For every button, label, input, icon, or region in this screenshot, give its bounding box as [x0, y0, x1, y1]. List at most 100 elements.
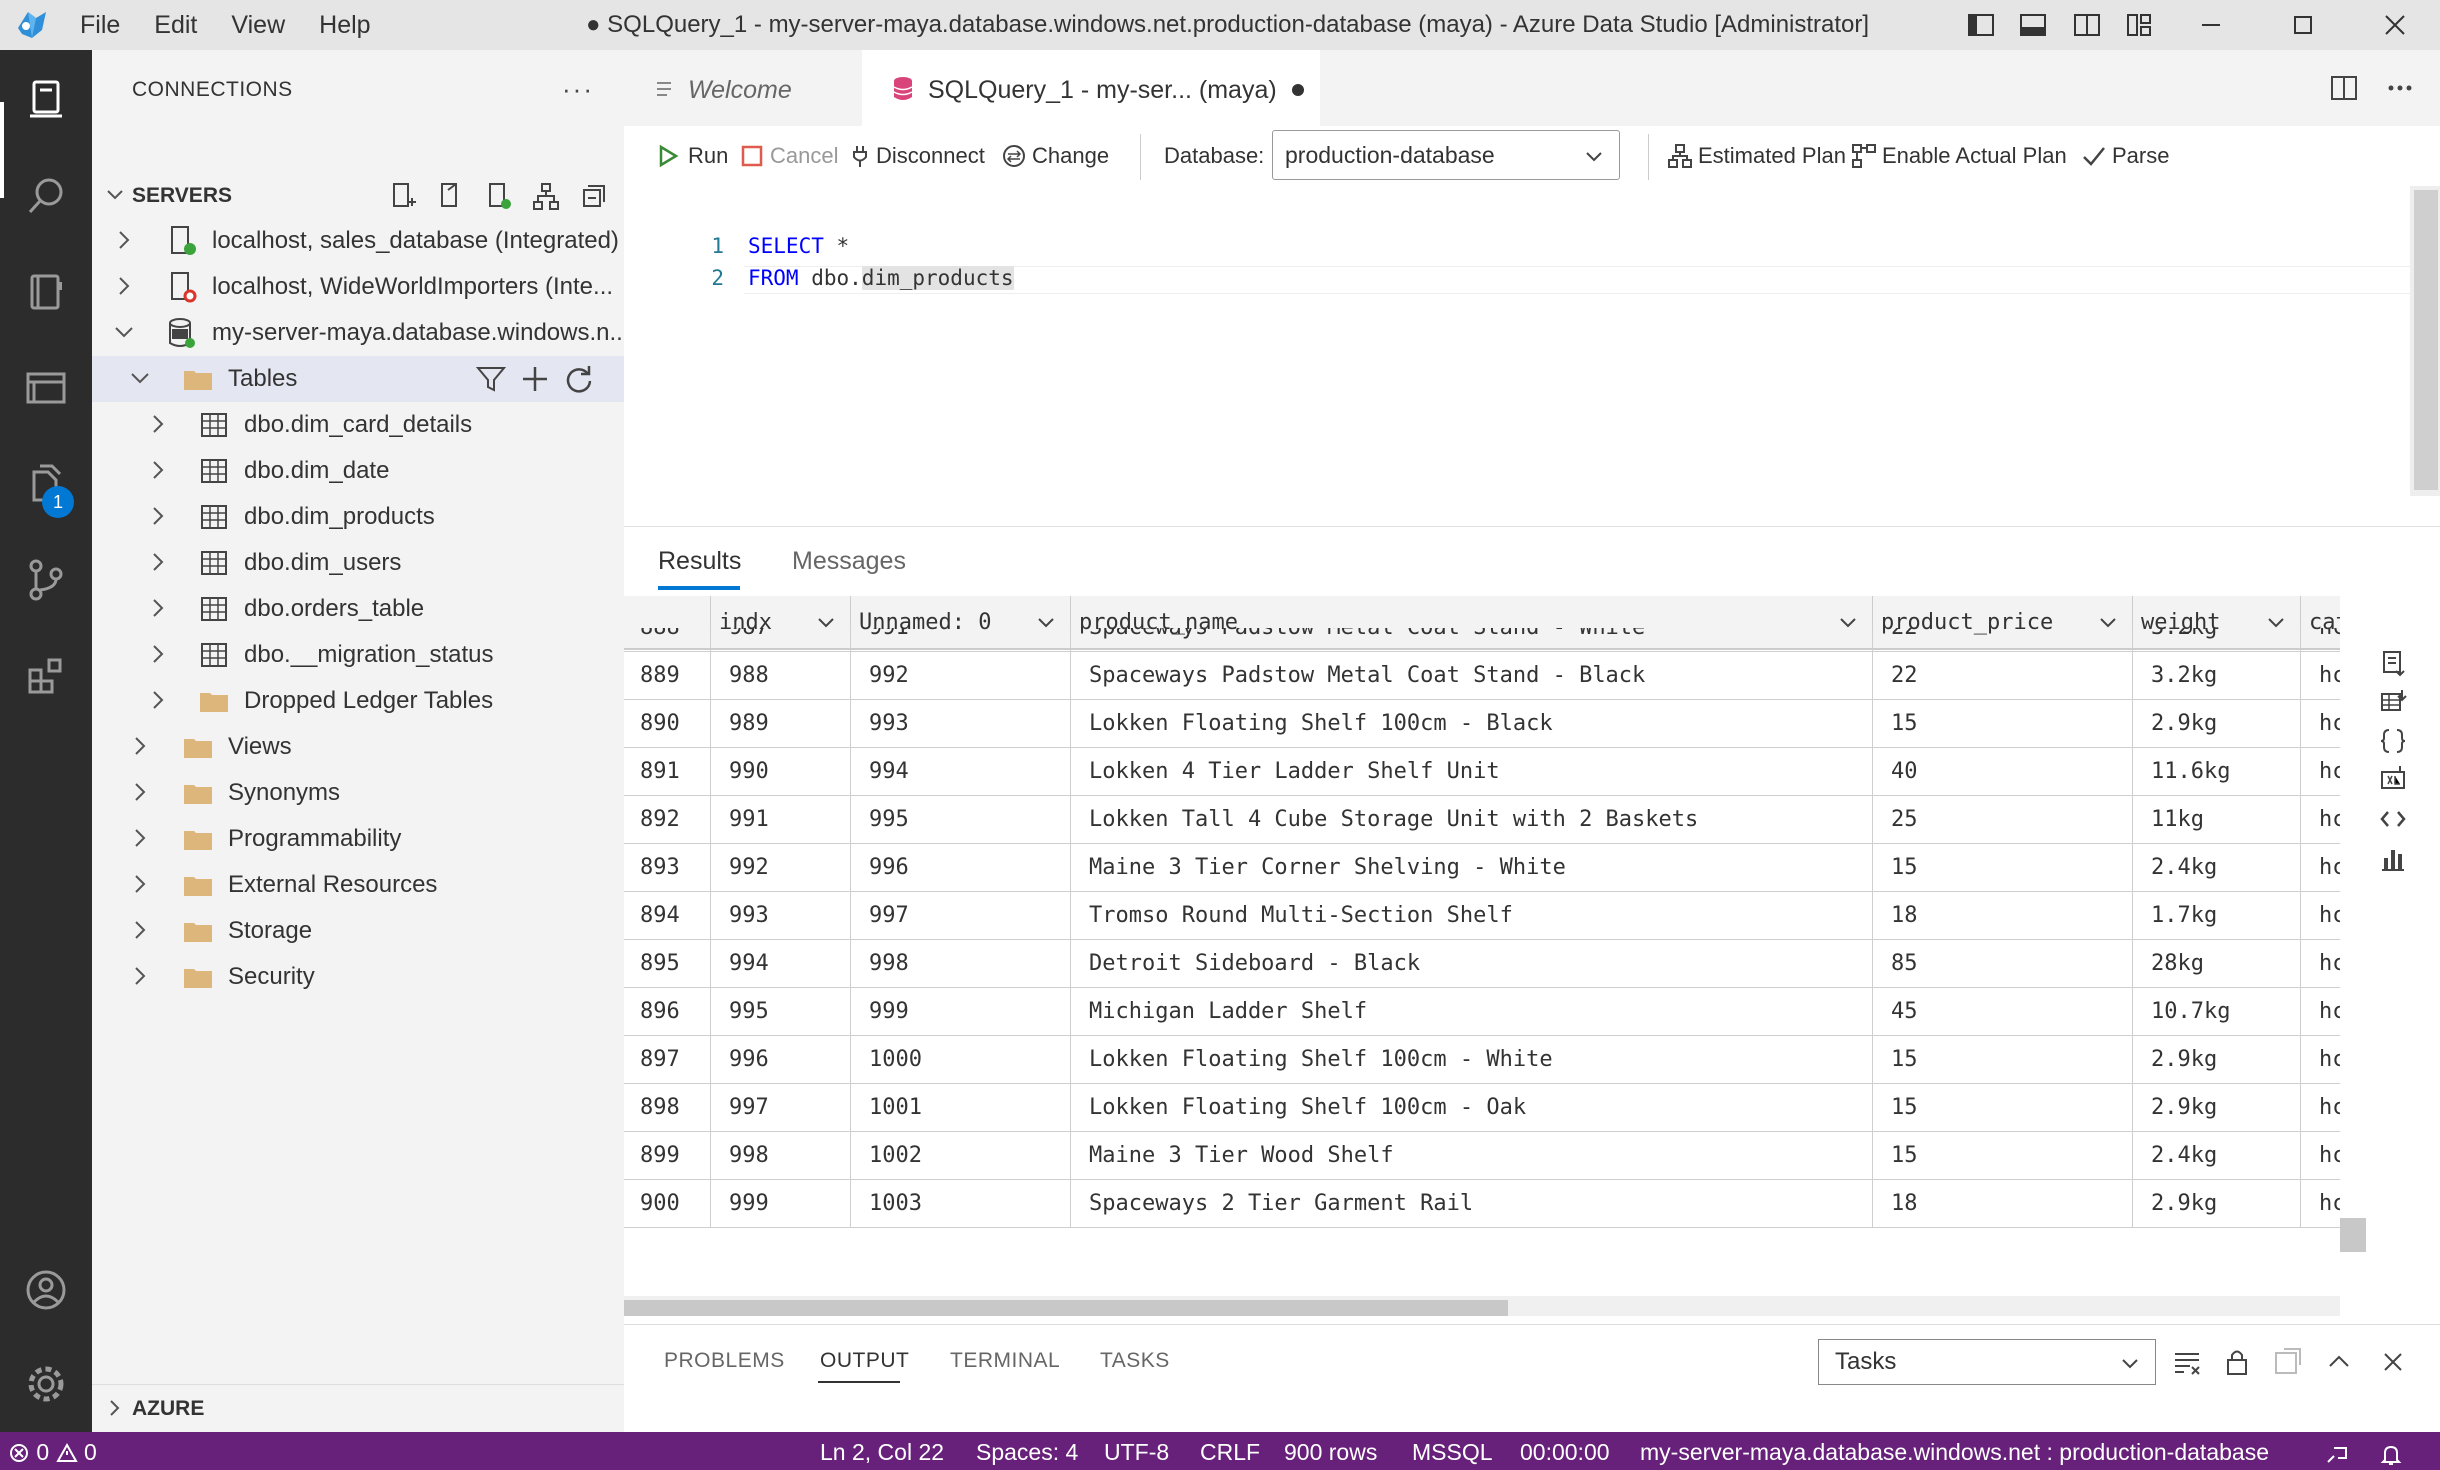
- table-row[interactable]: 893 992 996 Maine 3 Tier Corner Shelving - …: [624, 844, 2340, 892]
- server-node-wideworldimporters[interactable]: localhost, WideWorldImporters (Inte...: [92, 264, 624, 310]
- encoding-status[interactable]: UTF-8: [1104, 1432, 1169, 1470]
- grid-horizontal-scrollbar-thumb[interactable]: [624, 1300, 1508, 1316]
- code-line[interactable]: FROM dbo.dim_products: [748, 266, 1014, 290]
- code-line[interactable]: SELECT *: [748, 234, 849, 258]
- tab-sqlquery[interactable]: SQLQuery_1 - my-ser... (maya): [862, 50, 1320, 126]
- maximize-icon[interactable]: [2288, 10, 2318, 40]
- filter-icon[interactable]: [474, 362, 508, 396]
- table-row[interactable]: 899 998 1002 Maine 3 Tier Wood Shelf 15 2.4kg…: [624, 1132, 2340, 1180]
- sidebar-more-button[interactable]: ···: [562, 74, 594, 105]
- search-icon[interactable]: [18, 168, 74, 224]
- eol-status[interactable]: CRLF: [1200, 1432, 1260, 1470]
- azure-section-header[interactable]: AZURE: [92, 1384, 624, 1432]
- settings-gear-icon[interactable]: [18, 1356, 74, 1412]
- table-row-partial[interactable]: 888 987 991 Spaceways Padstow Metal Coat…: [624, 628, 2340, 652]
- synonyms-folder[interactable]: Synonyms: [92, 770, 624, 816]
- server-node-sales[interactable]: localhost, sales_database (Integrated): [92, 218, 624, 264]
- connection-status[interactable]: my-server-maya.database.windows.net : pr…: [1640, 1432, 2269, 1470]
- tab-messages[interactable]: Messages: [792, 547, 906, 576]
- table-node[interactable]: dbo.__migration_status: [92, 632, 624, 678]
- notifications-bell-icon[interactable]: [2378, 1440, 2404, 1470]
- toggle-sidebar-icon[interactable]: [1966, 10, 1996, 40]
- estimated-plan-button[interactable]: Estimated Plan: [1666, 126, 1846, 186]
- table-row[interactable]: 891 990 994 Lokken 4 Tier Ladder Shelf Unit…: [624, 748, 2340, 796]
- dashboard-icon[interactable]: [18, 360, 74, 416]
- lock-scroll-icon[interactable]: [2220, 1345, 2254, 1379]
- tab-output[interactable]: OUTPUT: [820, 1349, 909, 1373]
- maximize-panel-icon[interactable]: [2322, 1345, 2356, 1379]
- more-actions-icon[interactable]: [2384, 72, 2416, 104]
- menu-edit[interactable]: Edit: [154, 0, 197, 50]
- menu-help[interactable]: Help: [319, 0, 370, 50]
- tables-folder[interactable]: Tables: [92, 356, 624, 402]
- connection-hierarchy-icon[interactable]: [530, 180, 562, 212]
- table-row[interactable]: 890 989 993 Lokken Floating Shelf 100cm - B…: [624, 700, 2340, 748]
- cursor-position[interactable]: Ln 2, Col 22: [820, 1432, 944, 1470]
- servers-section-header[interactable]: SERVERS: [92, 174, 624, 218]
- output-channel-select[interactable]: Tasks: [1818, 1339, 2156, 1385]
- grid-vertical-scrollbar-thumb[interactable]: [2340, 1218, 2366, 1252]
- sql-editor[interactable]: 1 SELECT * 2 FROM dbo.dim_products: [624, 186, 2440, 526]
- parse-button[interactable]: Parse: [2080, 126, 2180, 186]
- table-node[interactable]: dbo.orders_table: [92, 586, 624, 632]
- security-folder[interactable]: Security: [92, 954, 624, 1000]
- table-node[interactable]: dbo.dim_date: [92, 448, 624, 494]
- toggle-panel-icon[interactable]: [2018, 10, 2048, 40]
- views-folder[interactable]: Views: [92, 724, 624, 770]
- table-row[interactable]: 895 994 998 Detroit Sideboard - Black 85 28kg…: [624, 940, 2340, 988]
- database-select[interactable]: production-database: [1272, 130, 1620, 180]
- language-status[interactable]: MSSQL: [1412, 1432, 1493, 1470]
- cancel-button[interactable]: Cancel: [738, 126, 848, 186]
- refresh-icon[interactable]: [562, 362, 596, 396]
- tab-tasks[interactable]: TASKS: [1100, 1349, 1170, 1373]
- tab-problems[interactable]: PROBLEMS: [664, 1349, 785, 1373]
- results-grid[interactable]: indx Unnamed: 0 product_name product_pri…: [624, 596, 2340, 1292]
- table-row[interactable]: 898 997 1001 Lokken Floating Shelf 100cm - …: [624, 1084, 2340, 1132]
- save-as-excel-icon[interactable]: [2378, 686, 2408, 716]
- minimize-icon[interactable]: [2196, 10, 2226, 40]
- save-as-csv-icon[interactable]: [2378, 648, 2408, 678]
- tab-results[interactable]: Results: [658, 547, 741, 576]
- table-row[interactable]: 897 996 1000 Lokken Floating Shelf 100cm - …: [624, 1036, 2340, 1084]
- save-as-json-icon[interactable]: [2378, 726, 2408, 756]
- table-row[interactable]: 900 999 1003 Spaceways 2 Tier Garment Rail 1…: [624, 1180, 2340, 1228]
- connections-icon[interactable]: [18, 72, 74, 128]
- open-log-icon[interactable]: [2270, 1345, 2304, 1379]
- source-control-icon[interactable]: [18, 552, 74, 608]
- table-node[interactable]: dbo.dim_users: [92, 540, 624, 586]
- notebooks-icon[interactable]: [18, 264, 74, 320]
- problems-status[interactable]: 0 0: [8, 1432, 97, 1470]
- server-node-maya[interactable]: my-server-maya.database.windows.n...: [92, 310, 630, 356]
- close-window-icon[interactable]: [2380, 10, 2410, 40]
- storage-folder[interactable]: Storage: [92, 908, 624, 954]
- table-node[interactable]: dbo.dim_products: [92, 494, 624, 540]
- run-button[interactable]: Run: [654, 126, 744, 186]
- programmability-folder[interactable]: Programmability: [92, 816, 624, 862]
- accounts-icon[interactable]: [18, 1262, 74, 1318]
- menu-view[interactable]: View: [231, 0, 285, 50]
- new-server-group-icon[interactable]: [434, 180, 466, 212]
- customize-layout-icon[interactable]: [2124, 10, 2154, 40]
- dropped-ledger-tables-folder[interactable]: Dropped Ledger Tables: [92, 678, 624, 724]
- active-connections-icon[interactable]: [482, 180, 514, 212]
- add-table-icon[interactable]: [518, 362, 552, 396]
- new-connection-icon[interactable]: [386, 180, 418, 212]
- close-panel-icon[interactable]: [2376, 1345, 2410, 1379]
- feedback-icon[interactable]: [2324, 1440, 2350, 1470]
- toggle-secondary-sidebar-icon[interactable]: [2072, 10, 2102, 40]
- editor-scrollbar-thumb[interactable]: [2414, 190, 2438, 490]
- tab-welcome[interactable]: Welcome: [624, 50, 862, 126]
- table-row[interactable]: 892 991 995 Lokken Tall 4 Cube Storage Unit…: [624, 796, 2340, 844]
- table-node[interactable]: dbo.dim_card_details: [92, 402, 624, 448]
- tab-terminal[interactable]: TERMINAL: [950, 1349, 1060, 1373]
- disconnect-button[interactable]: Disconnect: [846, 126, 1006, 186]
- chart-icon[interactable]: [2378, 844, 2408, 874]
- split-editor-icon[interactable]: [2328, 72, 2360, 104]
- table-row[interactable]: 889 988 992 Spaceways Padstow Metal Coat St…: [624, 652, 2340, 700]
- change-connection-button[interactable]: Change: [1000, 126, 1120, 186]
- enable-actual-plan-button[interactable]: Enable Actual Plan: [1850, 126, 2070, 186]
- copy-results-icon[interactable]: [2378, 804, 2408, 834]
- menu-file[interactable]: File: [80, 0, 120, 50]
- external-resources-folder[interactable]: External Resources: [92, 862, 624, 908]
- extensions-icon[interactable]: [18, 648, 74, 704]
